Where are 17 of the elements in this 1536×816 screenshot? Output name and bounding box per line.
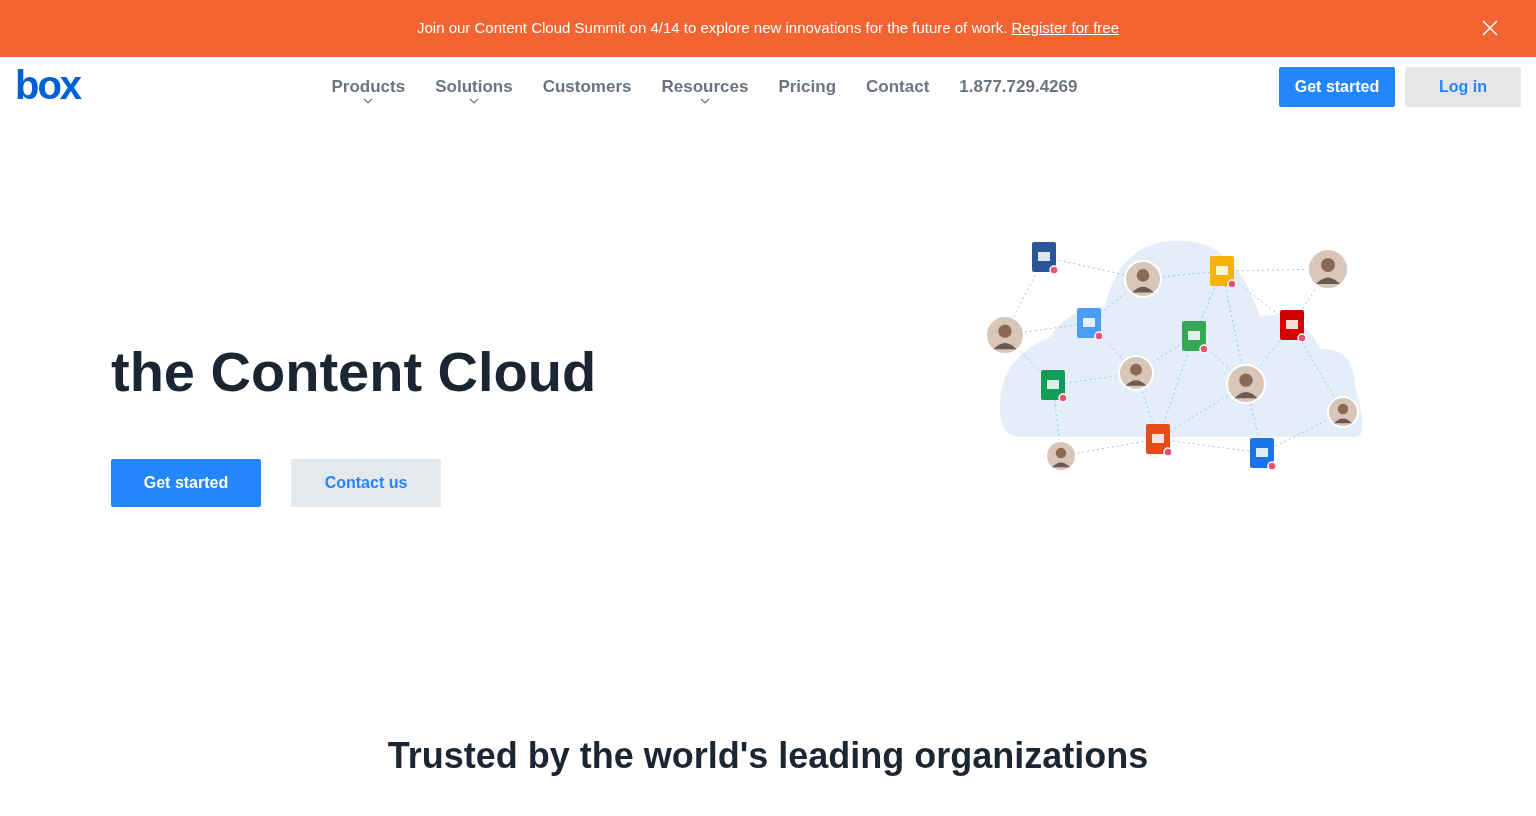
section-heading: Trusted by the world's leading organizations	[387, 734, 1149, 778]
close-icon[interactable]	[1482, 20, 1498, 36]
nav-link[interactable]: Products	[331, 74, 406, 100]
box-logo[interactable]: box	[15, 65, 90, 105]
nav-link[interactable]: Pricing	[778, 74, 837, 100]
register-link[interactable]: Register for free	[1011, 19, 1119, 37]
nav-link[interactable]: Customers	[542, 74, 632, 100]
nav-link[interactable]: 1.877.729.4269	[959, 74, 1078, 100]
hero-title: the Content Cloud	[111, 339, 598, 405]
nav-link[interactable]: Resources	[661, 74, 749, 100]
contact-us-button[interactable]: Contact us	[291, 459, 441, 507]
nav-link[interactable]: Contact	[866, 74, 930, 100]
log-in-button[interactable]: Log in	[1405, 67, 1521, 107]
banner-text: Join our Content Cloud Summit on 4/14 to explore new innovations for the future of work. Register for free	[416, 18, 1119, 39]
get-started-button[interactable]: Get started	[111, 459, 261, 507]
nav-link[interactable]: Solutions	[435, 74, 513, 100]
get-started-button[interactable]: Get started	[1279, 67, 1395, 107]
